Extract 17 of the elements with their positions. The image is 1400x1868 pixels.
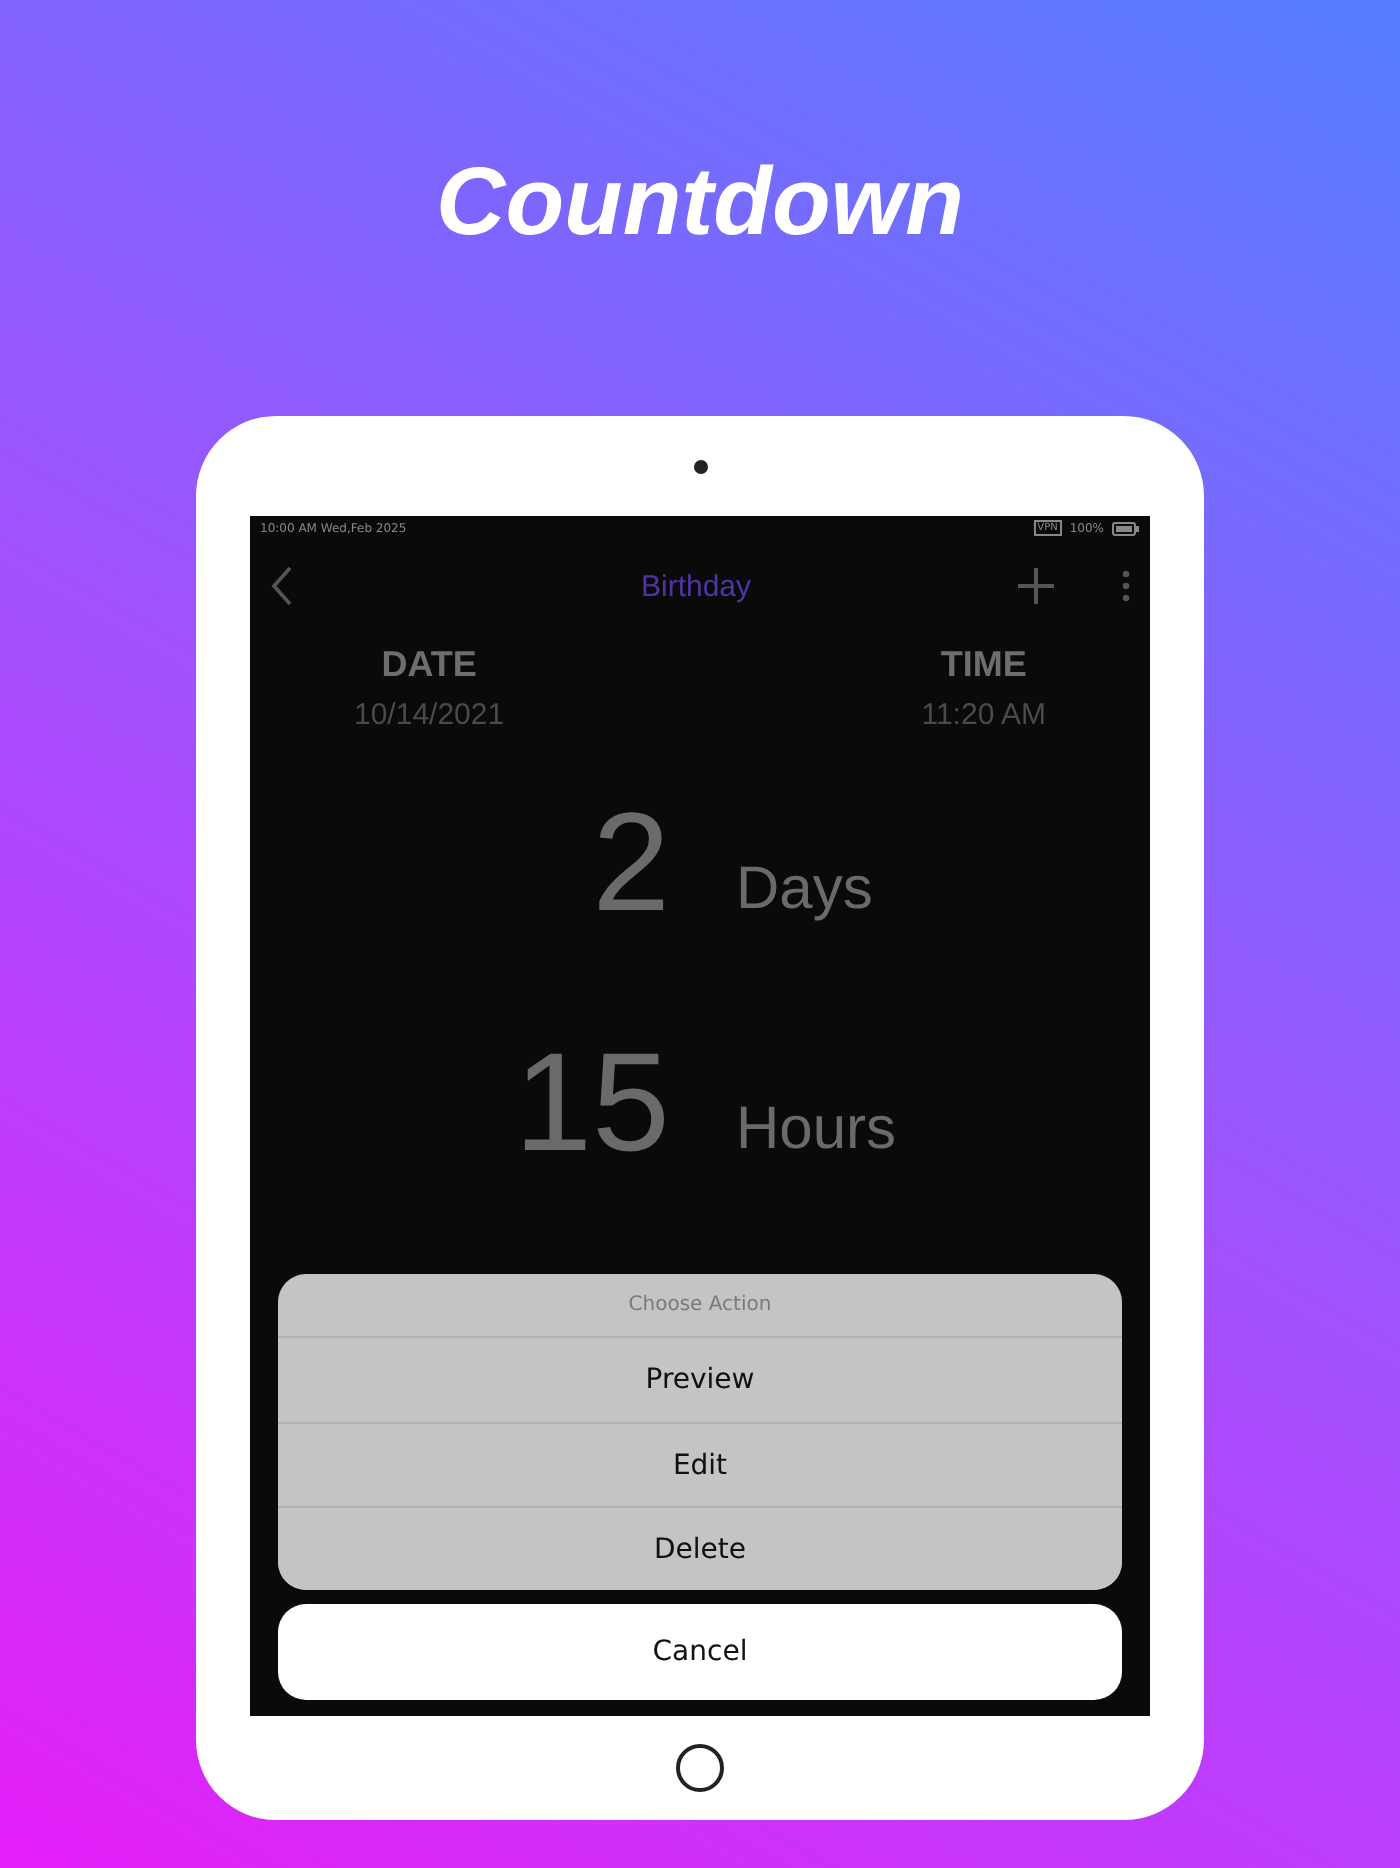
countdown-unit: Hours bbox=[734, 1100, 899, 1166]
home-button[interactable] bbox=[676, 1744, 724, 1792]
add-icon[interactable] bbox=[1018, 568, 1054, 604]
more-icon[interactable] bbox=[1122, 570, 1130, 602]
countdown-number: 15 bbox=[512, 1032, 670, 1172]
countdown-unit: Days bbox=[734, 860, 875, 926]
action-button[interactable]: Delete bbox=[278, 1506, 1122, 1590]
countdown-number: 2 bbox=[590, 792, 670, 932]
field-label: TIME bbox=[940, 644, 1027, 686]
field-label: DATE bbox=[381, 644, 477, 686]
battery-icon bbox=[1112, 521, 1140, 535]
field-value: 11:20 AM bbox=[921, 698, 1046, 732]
headline: Countdown bbox=[436, 148, 964, 260]
back-icon[interactable] bbox=[270, 566, 294, 606]
camera-icon bbox=[693, 459, 707, 473]
field-value: 10/14/2021 bbox=[354, 698, 505, 732]
cancel-button[interactable]: Cancel bbox=[278, 1604, 1122, 1700]
